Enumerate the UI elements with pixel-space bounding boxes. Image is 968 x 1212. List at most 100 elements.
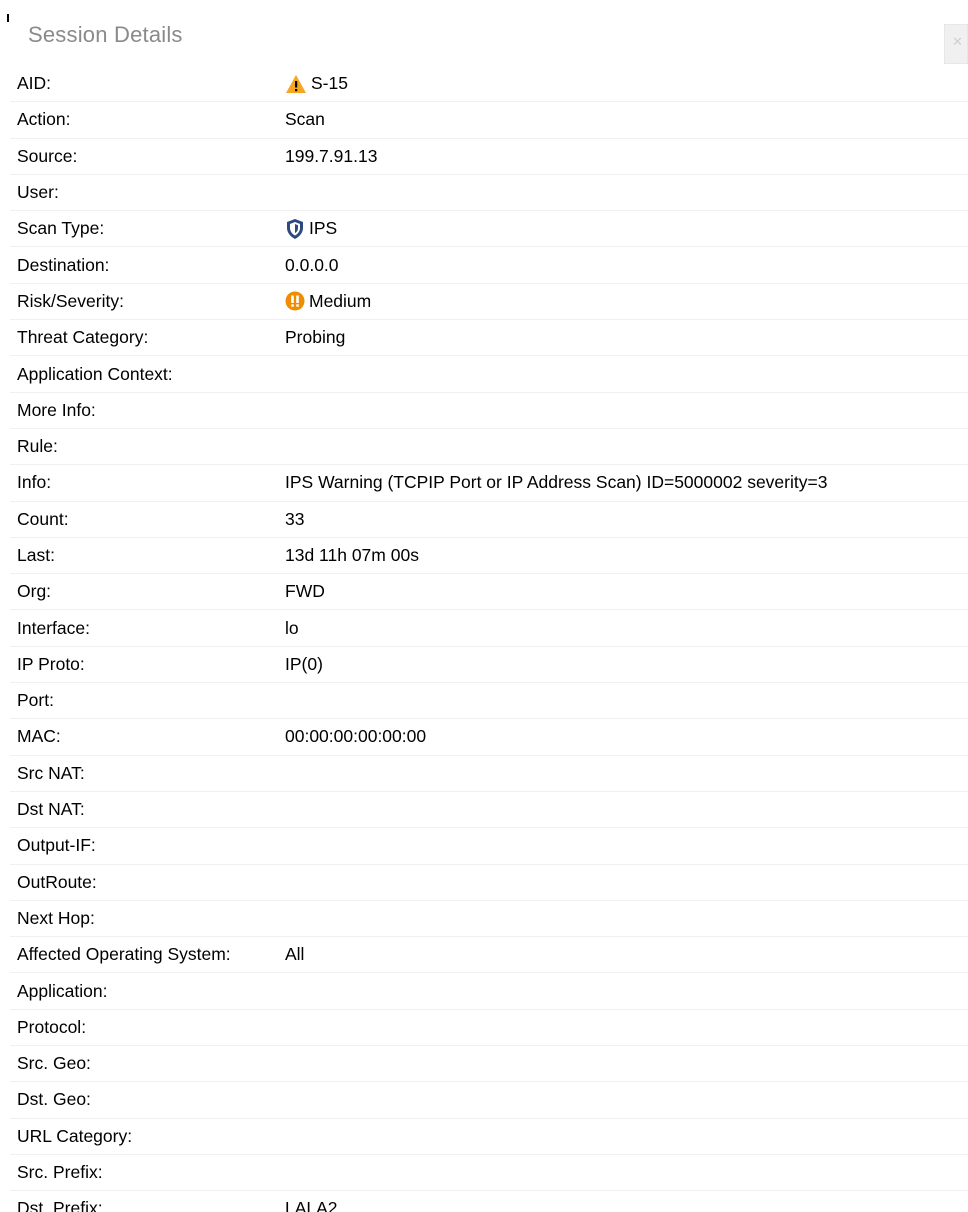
- detail-value-text: FWD: [285, 581, 325, 602]
- detail-row: Affected Operating System: All: [10, 937, 968, 974]
- detail-value: 00:00:00:00:00:00: [285, 726, 426, 747]
- detail-value: Medium: [285, 291, 371, 312]
- shield-icon: [285, 218, 305, 240]
- detail-row: Threat Category: Probing: [10, 320, 968, 357]
- detail-row: Port:: [10, 683, 968, 720]
- detail-value-text: 13d 11h 07m 00s: [285, 545, 419, 565]
- detail-value: FWD: [285, 581, 325, 602]
- detail-value-text: S-15: [311, 73, 348, 94]
- detail-value-text: 00:00:00:00:00:00: [285, 726, 427, 747]
- detail-value: Scan: [285, 109, 325, 130]
- detail-label: Src. Geo:: [17, 1053, 91, 1074]
- detail-row: Src NAT:: [10, 756, 968, 792]
- detail-row: Output-IF:: [10, 828, 968, 865]
- detail-label: MAC:: [17, 726, 61, 747]
- detail-row: Dst. Prefix: LALA2: [10, 1191, 968, 1212]
- detail-label: AID:: [17, 73, 52, 94]
- close-icon: ✕: [952, 34, 963, 49]
- detail-label: Scan Type:: [17, 218, 105, 239]
- detail-label: Dst. Prefix:: [17, 1198, 103, 1212]
- detail-value: S-15: [285, 73, 348, 94]
- detail-label: Interface:: [17, 617, 90, 638]
- detail-label: Risk/Severity:: [17, 290, 124, 311]
- detail-label: Src. Prefix:: [17, 1162, 103, 1183]
- detail-label: Port:: [17, 690, 54, 711]
- detail-value-text: lo: [285, 617, 299, 638]
- detail-row: Org: FWD: [10, 574, 968, 611]
- detail-label: User:: [17, 182, 59, 203]
- session-details-window: Session Details ✕ AID: S-15 Action: Scan Sou…: [0, 0, 968, 1212]
- detail-row: OutRoute:: [10, 865, 968, 901]
- detail-label: Source:: [17, 145, 78, 166]
- detail-label: Application:: [17, 980, 108, 1001]
- detail-row: IP Proto: IP(0): [10, 647, 968, 684]
- detail-value-text: All: [285, 944, 305, 965]
- detail-row: Source: 199.7.91.13: [10, 139, 968, 175]
- detail-row: Rule:: [10, 429, 968, 466]
- warning-icon: [285, 74, 307, 94]
- detail-row: Count: 33: [10, 502, 968, 538]
- detail-row: Scan Type: IPS: [10, 211, 968, 248]
- detail-value-text: IP(0): [285, 653, 323, 674]
- detail-value-text: Probing: [285, 327, 346, 348]
- detail-row: Src. Geo:: [10, 1046, 968, 1083]
- detail-label: Dst NAT:: [17, 799, 85, 820]
- detail-label: URL Category:: [17, 1125, 133, 1146]
- detail-label: Action:: [17, 109, 71, 130]
- detail-row: URL Category:: [10, 1119, 968, 1155]
- detail-value-text: 199.7.91.13: [285, 145, 378, 166]
- detail-value-text: IPS Warning (TCPIP Port or IP Address Sc…: [285, 472, 828, 493]
- detail-row: Action: Scan: [10, 102, 968, 139]
- detail-row: Src. Prefix:: [10, 1155, 968, 1192]
- detail-value: LALA2: [285, 1198, 338, 1212]
- detail-row: Protocol:: [10, 1010, 968, 1047]
- detail-row: MAC: 00:00:00:00:00:00: [10, 719, 968, 756]
- alert-badge-icon: [285, 291, 305, 311]
- detail-row: Application:: [10, 973, 968, 1010]
- detail-value-text: Scan: [285, 109, 325, 130]
- details-table: AID: S-15 Action: Scan Source: 199.7.91.13 Use…: [10, 66, 968, 1212]
- detail-value: 199.7.91.13: [285, 146, 377, 167]
- detail-label: Dst. Geo:: [17, 1089, 91, 1110]
- detail-label: Count:: [17, 508, 69, 529]
- title-bar: Session Details ✕: [0, 0, 968, 66]
- detail-value: 33: [285, 509, 304, 530]
- window-title: Session Details: [28, 22, 183, 47]
- detail-value-text: 33: [285, 508, 305, 529]
- detail-value: 0.0.0.0: [285, 255, 339, 276]
- detail-label: OutRoute:: [17, 871, 97, 892]
- detail-row: Destination: 0.0.0.0: [10, 247, 968, 284]
- detail-label: Threat Category:: [17, 327, 149, 348]
- detail-value: All: [285, 944, 304, 965]
- detail-label: Application Context:: [17, 363, 173, 384]
- detail-row: Info: IPS Warning (TCPIP Port or IP Addre…: [10, 465, 968, 502]
- detail-value: 13d 11h 07m 00s: [285, 545, 419, 566]
- detail-label: More Info:: [17, 399, 96, 420]
- detail-label: Rule:: [17, 436, 58, 457]
- detail-row: Last: 13d 11h 07m 00s: [10, 538, 968, 575]
- close-button[interactable]: ✕: [944, 24, 968, 64]
- detail-row: Next Hop:: [10, 901, 968, 938]
- detail-label: Org:: [17, 581, 52, 602]
- detail-row: More Info:: [10, 393, 968, 429]
- detail-row: Risk/Severity: Medium: [10, 284, 968, 321]
- detail-value: IP(0): [285, 654, 323, 675]
- detail-row: User:: [10, 175, 968, 212]
- detail-label: Last:: [17, 545, 55, 565]
- detail-value-text: LALA2: [285, 1198, 338, 1212]
- detail-label: Src NAT:: [17, 762, 85, 783]
- detail-label: Next Hop:: [17, 907, 95, 928]
- detail-label: IP Proto:: [17, 653, 85, 674]
- detail-row: Dst. Geo:: [10, 1082, 968, 1119]
- detail-value: IPS Warning (TCPIP Port or IP Address Sc…: [285, 472, 827, 493]
- detail-value: Probing: [285, 327, 345, 348]
- detail-label: Info:: [17, 472, 52, 493]
- detail-label: Destination:: [17, 254, 110, 275]
- detail-value-text: IPS: [309, 218, 338, 239]
- detail-value-text: 0.0.0.0: [285, 254, 339, 275]
- detail-label: Output-IF:: [17, 835, 96, 856]
- detail-value-text: Medium: [309, 290, 372, 311]
- detail-value: lo: [285, 618, 299, 639]
- detail-row: Application Context:: [10, 356, 968, 393]
- detail-value: IPS: [285, 218, 337, 240]
